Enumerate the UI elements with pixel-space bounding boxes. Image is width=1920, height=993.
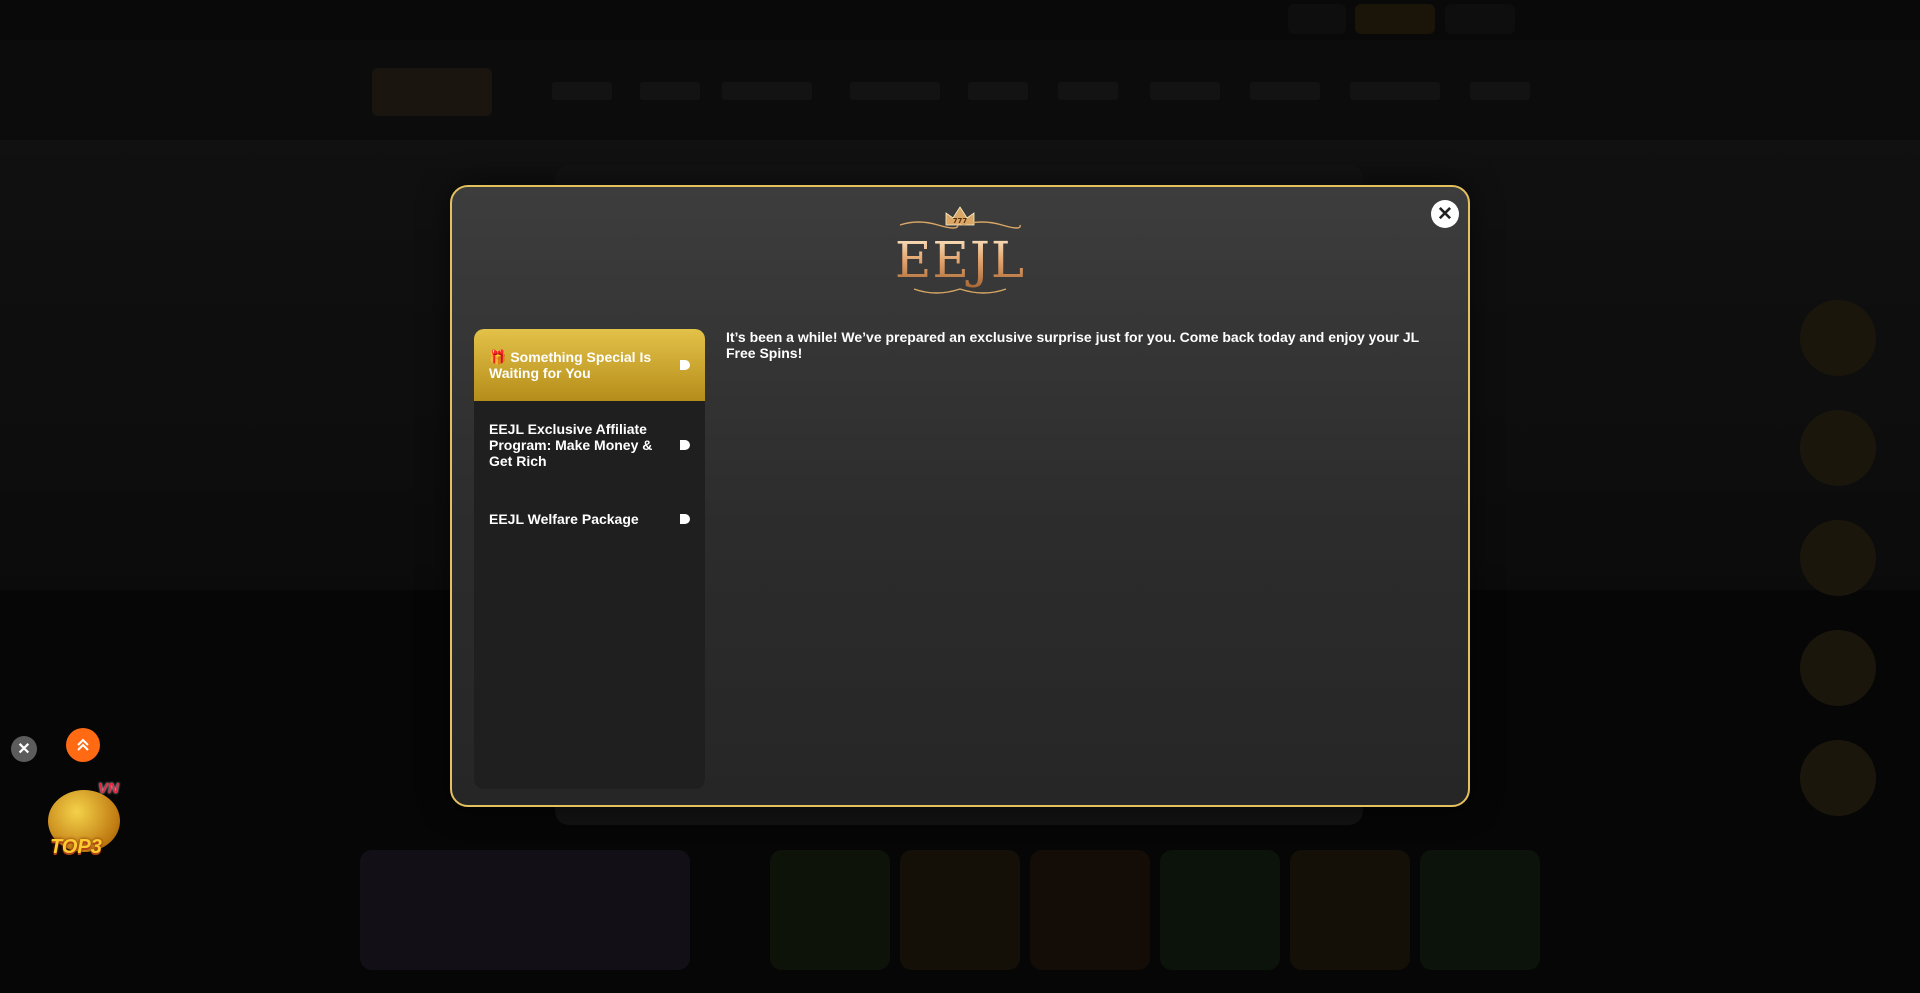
promotion-sidebar: 🎁 Something Special Is Waiting for You E… — [474, 329, 705, 789]
play-arrow-icon — [680, 360, 690, 370]
modal-close-button[interactable]: ✕ — [1431, 200, 1459, 228]
logo-text: EEJL — [890, 231, 1030, 289]
gift-icon: 🎁 — [489, 349, 507, 365]
promotion-message: It’s been a while! We’ve prepared an exc… — [726, 329, 1419, 361]
top3-promo-badge[interactable]: VN TOP3 — [42, 778, 130, 866]
sidebar-item-label: EEJL Welfare Package — [489, 511, 639, 527]
flourish-bottom-icon — [913, 288, 1007, 294]
sidebar-item-label: EEJL Exclusive Affiliate Program: Make M… — [489, 421, 653, 469]
region-badge: VN — [98, 780, 119, 797]
sidebar-item-affiliate-program[interactable]: EEJL Exclusive Affiliate Program: Make M… — [474, 401, 705, 489]
top3-label: TOP3 — [50, 836, 102, 858]
close-icon: ✕ — [17, 741, 31, 758]
promotion-modal: ✕ 777 EEJL 🎁 Something Special Is Waitin… — [450, 185, 1470, 807]
play-arrow-icon — [680, 440, 690, 450]
play-arrow-icon — [680, 514, 690, 524]
sidebar-item-something-special[interactable]: 🎁 Something Special Is Waiting for You — [474, 329, 705, 401]
close-icon: ✕ — [1437, 203, 1453, 225]
brand-logo: 777 EEJL — [890, 205, 1030, 295]
sidebar-item-welfare-package[interactable]: EEJL Welfare Package — [474, 489, 705, 549]
floating-close-button[interactable]: ✕ — [11, 736, 37, 762]
double-chevron-up-icon — [77, 738, 89, 751]
flourish-top-icon — [899, 221, 1021, 229]
sidebar-item-label: 🎁 Something Special Is Waiting for You — [489, 349, 652, 381]
scroll-to-top-button[interactable] — [66, 728, 100, 762]
